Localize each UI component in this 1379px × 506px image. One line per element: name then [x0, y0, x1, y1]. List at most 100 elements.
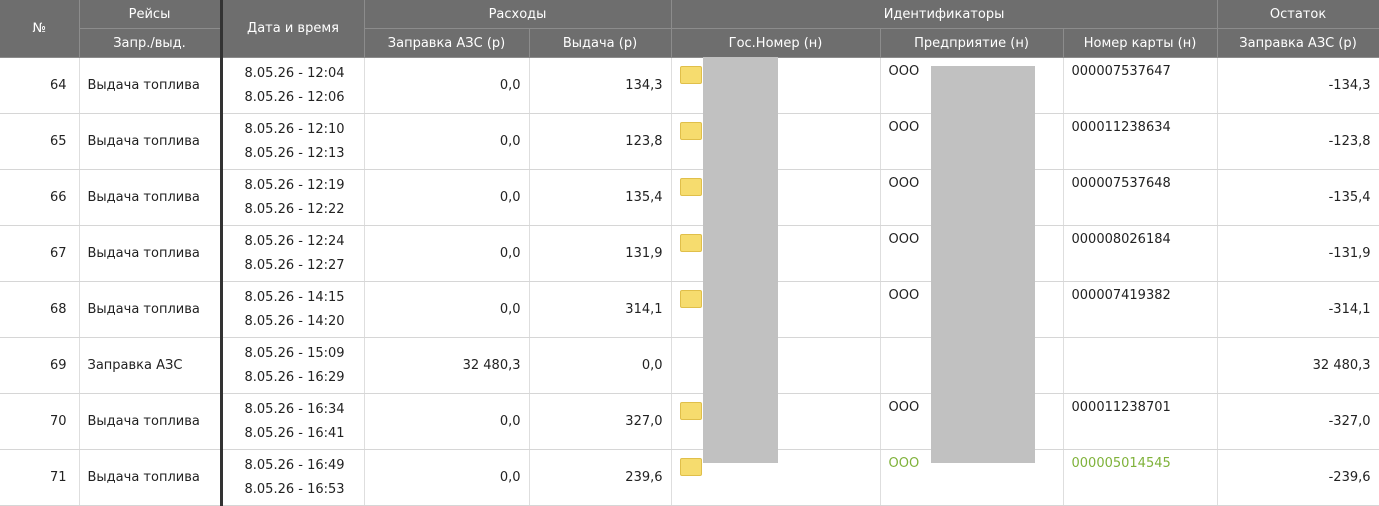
col-group-balance: Остаток: [1217, 0, 1379, 29]
table-row[interactable]: 65 Выдача топлива 8.05.26 - 12:10 8.05.2…: [0, 113, 1379, 170]
table-row[interactable]: 67 Выдача топлива 8.05.26 - 12:24 8.05.2…: [0, 225, 1379, 282]
header-row-bottom: Запр./выд. Заправка АЗС (р) Выдача (р) Г…: [0, 28, 1379, 58]
cell-type: Выдача топлива: [79, 57, 223, 114]
cell-exp-issue: 134,3: [529, 57, 672, 114]
cell-card: 000005014545: [1063, 449, 1218, 506]
cell-datetime: 8.05.26 - 12:19 8.05.26 - 12:22: [221, 169, 365, 226]
col-header-card[interactable]: Номер карты (н): [1063, 28, 1218, 58]
folder-icon: [679, 122, 702, 140]
cell-card: 000011238701: [1063, 393, 1218, 450]
cell-card: 000008026184: [1063, 225, 1218, 282]
datetime-start: 8.05.26 - 12:19: [244, 177, 345, 193]
cell-exp-refuel: 0,0: [364, 281, 530, 338]
cell-card: 000007537648: [1063, 169, 1218, 226]
header-row-top: № Рейсы Дата и время Расходы Идентификат…: [0, 0, 1379, 58]
cell-no: 64: [0, 57, 80, 114]
cell-datetime: 8.05.26 - 12:10 8.05.26 - 12:13: [221, 113, 365, 170]
cell-exp-refuel: 0,0: [364, 449, 530, 506]
datetime-start: 8.05.26 - 12:04: [244, 65, 345, 81]
cell-balance: -134,3: [1217, 57, 1379, 114]
col-header-datetime[interactable]: Дата и время: [221, 0, 365, 58]
col-group-identifiers: Идентификаторы: [671, 0, 1218, 29]
cell-datetime: 8.05.26 - 16:49 8.05.26 - 16:53: [221, 449, 365, 506]
cell-no: 70: [0, 393, 80, 450]
redaction-company: [931, 66, 1035, 463]
cell-balance: -239,6: [1217, 449, 1379, 506]
cell-datetime: 8.05.26 - 15:09 8.05.26 - 16:29: [221, 337, 365, 394]
datetime-end: 8.05.26 - 12:13: [244, 145, 345, 161]
cell-exp-issue: 0,0: [529, 337, 672, 394]
col-header-exp-refuel[interactable]: Заправка АЗС (р): [364, 28, 530, 58]
cell-no: 71: [0, 449, 80, 506]
datetime-end: 8.05.26 - 12:22: [244, 201, 345, 217]
cell-datetime: 8.05.26 - 14:15 8.05.26 - 14:20: [221, 281, 365, 338]
folder-icon: [679, 66, 702, 84]
col-header-plate[interactable]: Гос.Номер (н): [671, 28, 881, 58]
cell-exp-issue: 314,1: [529, 281, 672, 338]
cell-type: Выдача топлива: [79, 281, 223, 338]
cell-no: 69: [0, 337, 80, 394]
cell-type: Выдача топлива: [79, 113, 223, 170]
datetime-start: 8.05.26 - 16:49: [244, 457, 345, 473]
col-header-company[interactable]: Предприятие (н): [880, 28, 1064, 58]
datetime-end: 8.05.26 - 12:27: [244, 257, 345, 273]
datetime-end: 8.05.26 - 16:53: [244, 481, 345, 497]
cell-type: Выдача топлива: [79, 169, 223, 226]
datetime-end: 8.05.26 - 14:20: [244, 313, 345, 329]
cell-exp-refuel: 0,0: [364, 113, 530, 170]
cell-card: [1063, 337, 1218, 394]
redaction-plate: [703, 57, 778, 463]
table-row[interactable]: 64 Выдача топлива 8.05.26 - 12:04 8.05.2…: [0, 57, 1379, 114]
cell-no: 65: [0, 113, 80, 170]
cell-no: 67: [0, 225, 80, 282]
table-row[interactable]: 71 Выдача топлива 8.05.26 - 16:49 8.05.2…: [0, 449, 1379, 506]
cell-exp-refuel: 0,0: [364, 393, 530, 450]
col-header-trips-sub[interactable]: Запр./выд.: [79, 28, 223, 58]
col-header-exp-issue[interactable]: Выдача (р): [529, 28, 672, 58]
cell-exp-issue: 239,6: [529, 449, 672, 506]
datetime-start: 8.05.26 - 15:09: [244, 345, 345, 361]
datetime-start: 8.05.26 - 12:10: [244, 121, 345, 137]
cell-type: Заправка АЗС: [79, 337, 223, 394]
cell-balance: -327,0: [1217, 393, 1379, 450]
folder-icon: [679, 402, 702, 420]
table-row[interactable]: 69 Заправка АЗС 8.05.26 - 15:09 8.05.26 …: [0, 337, 1379, 394]
table-row[interactable]: 70 Выдача топлива 8.05.26 - 16:34 8.05.2…: [0, 393, 1379, 450]
cell-type: Выдача топлива: [79, 225, 223, 282]
cell-balance: -135,4: [1217, 169, 1379, 226]
cell-exp-refuel: 0,0: [364, 169, 530, 226]
cell-exp-issue: 327,0: [529, 393, 672, 450]
datetime-start: 8.05.26 - 14:15: [244, 289, 345, 305]
table-row[interactable]: 68 Выдача топлива 8.05.26 - 14:15 8.05.2…: [0, 281, 1379, 338]
col-header-bal-refuel[interactable]: Заправка АЗС (р): [1217, 28, 1379, 58]
cell-no: 66: [0, 169, 80, 226]
cell-exp-refuel: 0,0: [364, 225, 530, 282]
cell-balance: 32 480,3: [1217, 337, 1379, 394]
folder-icon: [679, 458, 702, 476]
cell-exp-issue: 135,4: [529, 169, 672, 226]
folder-icon: [679, 234, 702, 252]
cell-type: Выдача топлива: [79, 393, 223, 450]
cell-balance: -123,8: [1217, 113, 1379, 170]
col-header-trips[interactable]: Рейсы: [79, 0, 223, 29]
datetime-start: 8.05.26 - 16:34: [244, 401, 345, 417]
datetime-start: 8.05.26 - 12:24: [244, 233, 345, 249]
cell-datetime: 8.05.26 - 12:04 8.05.26 - 12:06: [221, 57, 365, 114]
cell-balance: -131,9: [1217, 225, 1379, 282]
cell-datetime: 8.05.26 - 12:24 8.05.26 - 12:27: [221, 225, 365, 282]
cell-card: 000007537647: [1063, 57, 1218, 114]
datetime-end: 8.05.26 - 16:29: [244, 369, 345, 385]
fuel-grid: № Рейсы Дата и время Расходы Идентификат…: [0, 0, 1379, 506]
cell-datetime: 8.05.26 - 16:34 8.05.26 - 16:41: [221, 393, 365, 450]
folder-icon: [679, 178, 702, 196]
datetime-end: 8.05.26 - 12:06: [244, 89, 345, 105]
datetime-end: 8.05.26 - 16:41: [244, 425, 345, 441]
folder-icon: [679, 290, 702, 308]
cell-exp-issue: 123,8: [529, 113, 672, 170]
cell-card: 000011238634: [1063, 113, 1218, 170]
table-row[interactable]: 66 Выдача топлива 8.05.26 - 12:19 8.05.2…: [0, 169, 1379, 226]
col-header-no[interactable]: №: [0, 0, 80, 58]
cell-exp-refuel: 32 480,3: [364, 337, 530, 394]
cell-type: Выдача топлива: [79, 449, 223, 506]
cell-balance: -314,1: [1217, 281, 1379, 338]
